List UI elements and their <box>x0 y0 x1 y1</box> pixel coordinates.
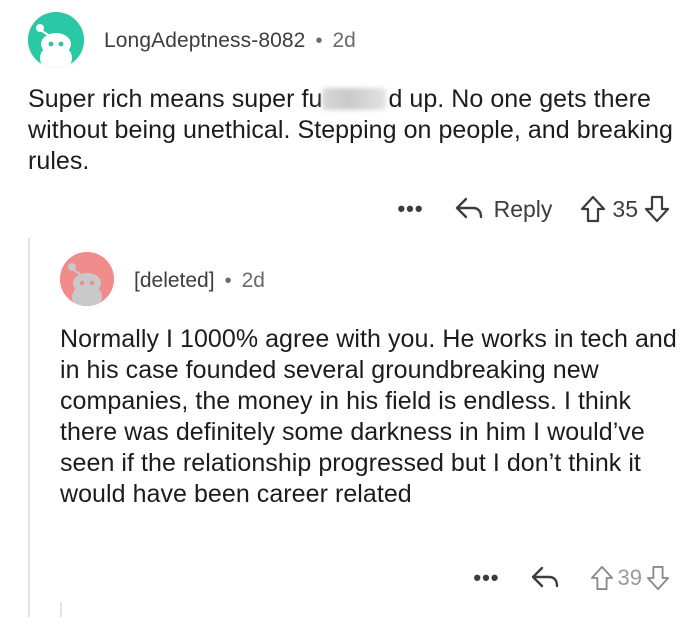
comment-meta: [deleted] • 2d <box>134 266 265 296</box>
comment-age: 2d <box>332 29 356 52</box>
more-options-button[interactable]: ••• <box>473 567 499 589</box>
more-options-button[interactable]: ••• <box>397 198 423 220</box>
user-avatar[interactable] <box>60 252 114 306</box>
comment-body: Normally I 1000% agree with you. He work… <box>60 325 677 508</box>
reply-arrow-icon <box>531 566 558 588</box>
vote-controls: 35 <box>580 195 670 223</box>
comment-body-part1: Super rich means super fu <box>28 85 323 113</box>
downvote-arrow-icon[interactable] <box>646 565 670 591</box>
user-avatar[interactable] <box>28 12 84 68</box>
upvote-arrow-icon[interactable] <box>580 195 606 223</box>
reply-arrow-icon <box>455 197 482 219</box>
upvote-arrow-icon[interactable] <box>590 565 614 591</box>
snoo-avatar-icon <box>28 12 84 68</box>
username-link[interactable]: LongAdeptness-8082 <box>104 29 305 53</box>
meta-separator: • <box>224 269 232 292</box>
meta-separator: • <box>315 29 323 52</box>
comment-actions: ••• 39 <box>473 562 670 594</box>
reply-label: Reply <box>493 195 553 222</box>
comment-meta: LongAdeptness-8082 • 2d <box>104 26 356 56</box>
snoo-avatar-icon <box>60 252 114 306</box>
comment-actions: ••• Reply 35 <box>397 192 670 226</box>
comment-body-part2: d up. No one gets <box>388 85 587 113</box>
comment-age: 2d <box>241 269 265 292</box>
comment-body: Super rich means super fu d up. No one ge… <box>28 84 678 177</box>
vote-controls: 39 <box>590 565 670 591</box>
vote-count: 39 <box>617 565 642 590</box>
reply-button[interactable]: Reply <box>454 195 553 223</box>
thread-line[interactable] <box>60 602 62 617</box>
thread-line[interactable] <box>28 238 30 617</box>
vote-count: 35 <box>612 195 638 222</box>
reply-button[interactable] <box>530 565 560 591</box>
censored-word <box>322 88 387 110</box>
comment-thread: LongAdeptness-8082 • 2d Super rich means… <box>0 0 700 617</box>
username-deleted: [deleted] <box>134 269 215 292</box>
downvote-arrow-icon[interactable] <box>644 195 670 223</box>
